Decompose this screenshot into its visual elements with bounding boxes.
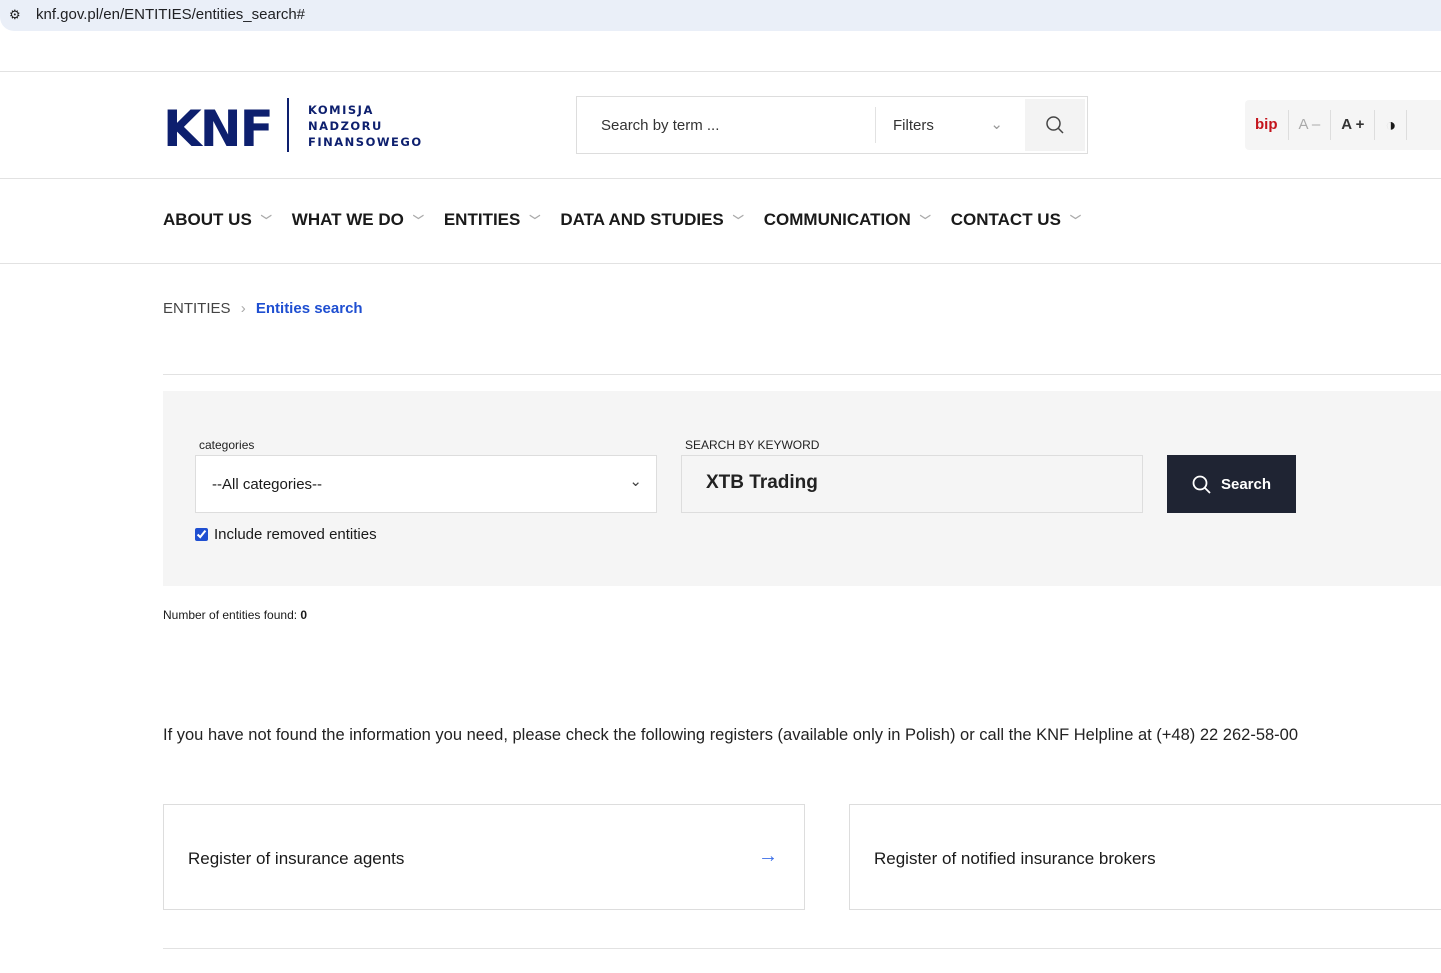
- header-search-input[interactable]: Search by term ...: [601, 117, 719, 134]
- nav-label: ENTITIES: [443, 210, 521, 229]
- chevron-right-icon: ›: [240, 300, 246, 317]
- chevron-down-icon: ﹀: [412, 215, 424, 227]
- chevron-down-icon: ⌄: [990, 116, 1003, 133]
- nav-entities[interactable]: ENTITIES ﹀: [444, 210, 541, 230]
- filters-dropdown[interactable]: Filters ⌄: [875, 107, 1025, 143]
- info-text: If you have not found the information yo…: [163, 726, 1299, 744]
- include-removed-option[interactable]: Include removed entities: [195, 526, 377, 543]
- results-count: Number of entities found: 0: [163, 608, 307, 622]
- divider: [0, 178, 1441, 179]
- search-button[interactable]: Search: [1167, 455, 1296, 513]
- chevron-down-icon: ﹀: [919, 215, 931, 227]
- register-title: Register of insurance agents: [188, 849, 405, 868]
- bip-link[interactable]: bip: [1245, 110, 1289, 140]
- header-search-button[interactable]: [1025, 99, 1085, 151]
- filters-label: Filters: [893, 117, 934, 134]
- nav-what-we-do[interactable]: WHAT WE DO ﹀: [292, 210, 424, 230]
- register-title: Register of notified insurance brokers: [874, 849, 1156, 868]
- results-label: Number of entities found:: [163, 608, 298, 622]
- results-value: 0: [300, 608, 308, 622]
- main-nav: ABOUT US ﹀ WHAT WE DO ﹀ ENTITIES ﹀ DATA AND…: [163, 210, 1101, 230]
- divider: [163, 374, 1441, 375]
- categories-value: --All categories--: [212, 476, 323, 493]
- nav-label: WHAT WE DO: [291, 210, 404, 229]
- breadcrumb-current: Entities search: [255, 300, 363, 317]
- categories-label: categories: [199, 438, 255, 452]
- divider: [0, 71, 1441, 72]
- register-card-insurance-agents[interactable]: Register of insurance agents →: [163, 804, 805, 910]
- logo-subtitle: KOMISJA NADZORU FINANSOWEGO: [308, 102, 423, 150]
- arrow-right-icon: →: [758, 845, 778, 867]
- chevron-down-icon: ﹀: [1069, 215, 1081, 227]
- divider: [0, 263, 1441, 264]
- nav-label: COMMUNICATION: [763, 210, 911, 229]
- nav-label: DATA AND STUDIES: [560, 210, 724, 229]
- nav-data-and-studies[interactable]: DATA AND STUDIES ﹀: [560, 210, 743, 230]
- nav-about-us[interactable]: ABOUT US ﹀: [163, 210, 272, 230]
- nav-contact-us[interactable]: CONTACT US ﹀: [951, 210, 1081, 230]
- keyword-label: SEARCH BY KEYWORD: [685, 438, 820, 452]
- site-settings-icon[interactable]: ⚙: [9, 7, 21, 23]
- include-removed-label: Include removed entities: [214, 526, 377, 543]
- search-icon: [1192, 475, 1211, 494]
- categories-select[interactable]: --All categories-- ⌄: [195, 455, 657, 513]
- contrast-icon[interactable]: ◑: [1375, 110, 1408, 140]
- chevron-down-icon: ﹀: [260, 215, 272, 227]
- breadcrumb-parent[interactable]: ENTITIES: [163, 300, 231, 317]
- accessibility-toolbar: bip A – A + ◑: [1245, 100, 1441, 150]
- include-removed-checkbox[interactable]: [195, 528, 208, 541]
- font-increase-button[interactable]: A +: [1331, 110, 1376, 140]
- nav-label: ABOUT US: [163, 210, 252, 229]
- chevron-down-icon: ⌄: [629, 473, 642, 490]
- nav-label: CONTACT US: [950, 210, 1061, 229]
- chevron-down-icon: ﹀: [732, 215, 744, 227]
- register-card-insurance-brokers[interactable]: Register of notified insurance brokers: [849, 804, 1441, 910]
- logo-line: KOMISJA: [308, 103, 374, 117]
- divider: [163, 948, 1441, 949]
- logo-line: FINANSOWEGO: [308, 135, 423, 149]
- url-text[interactable]: knf.gov.pl/en/ENTITIES/entities_search#: [36, 6, 305, 23]
- logo-line: NADZORU: [308, 119, 383, 133]
- search-button-label: Search: [1220, 475, 1272, 493]
- font-decrease-button[interactable]: A –: [1289, 110, 1332, 140]
- nav-communication[interactable]: COMMUNICATION ﹀: [764, 210, 931, 230]
- logo-knf[interactable]: KNF: [163, 100, 274, 158]
- chevron-down-icon: ﹀: [529, 215, 541, 227]
- breadcrumb: ENTITIES › Entities search: [163, 300, 363, 317]
- keyword-input[interactable]: XTB Trading: [681, 455, 1143, 513]
- logo-divider: [287, 98, 289, 152]
- search-icon: [1046, 116, 1064, 134]
- header-search: Search by term ... Filters ⌄: [576, 96, 1088, 154]
